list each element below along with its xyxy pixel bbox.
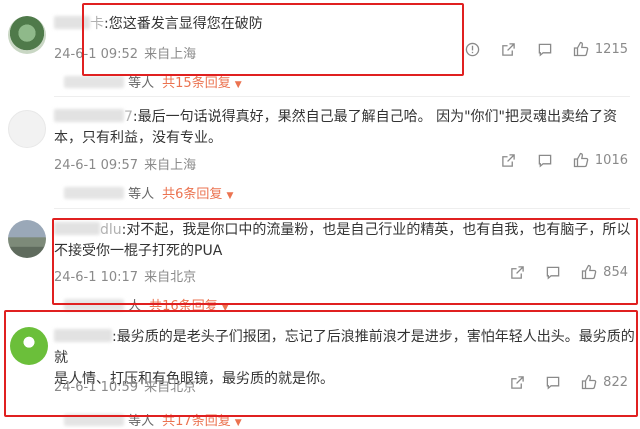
comment-icon[interactable]: [537, 41, 553, 57]
comment-icon[interactable]: [537, 152, 553, 168]
highlight-box: [82, 3, 464, 76]
reply-summary[interactable]: 等人 共6条回复 ▼: [64, 183, 233, 202]
comment-date: 24-6-1 09:57: [54, 158, 139, 173]
like-count: 1215: [594, 41, 628, 57]
comment-actions: 1016: [501, 152, 628, 168]
comment-actions: 1215: [465, 41, 628, 57]
like-button[interactable]: 1016: [573, 152, 628, 168]
like-count: 1016: [594, 152, 628, 168]
comment-meta: 24-6-1 09:57 来自上海: [54, 154, 196, 173]
avatar[interactable]: [8, 220, 46, 258]
comment-item: 7:最后一句话说得真好，果然自己最了解自己哈。 因为"你们"把灵魂出卖给了资 本…: [0, 96, 640, 208]
share-icon[interactable]: [501, 41, 517, 57]
like-icon: [573, 41, 589, 57]
report-icon[interactable]: [465, 41, 481, 57]
comment-location: 来自上海: [144, 158, 197, 173]
comment-text: :最后一句话说得真好，果然自己最了解自己哈。 因为"你们"把灵魂出卖给了资: [132, 109, 617, 125]
comment-username[interactable]: 7: [54, 109, 133, 125]
caret-down-icon[interactable]: ▼: [235, 80, 242, 90]
comment-text-cont: 本，只有利益，没有专业。: [54, 130, 222, 146]
highlight-box: [52, 218, 638, 305]
reply-count-link[interactable]: 共6条回复: [162, 187, 222, 202]
caret-down-icon[interactable]: ▼: [226, 191, 233, 201]
like-button[interactable]: 1215: [573, 41, 628, 57]
avatar[interactable]: [8, 16, 46, 54]
like-icon: [573, 152, 589, 168]
reply-count-link[interactable]: 共15条回复: [162, 76, 231, 91]
avatar[interactable]: [8, 110, 46, 148]
highlight-box: [4, 310, 638, 417]
caret-down-icon[interactable]: ▼: [235, 418, 242, 428]
share-icon[interactable]: [501, 152, 517, 168]
